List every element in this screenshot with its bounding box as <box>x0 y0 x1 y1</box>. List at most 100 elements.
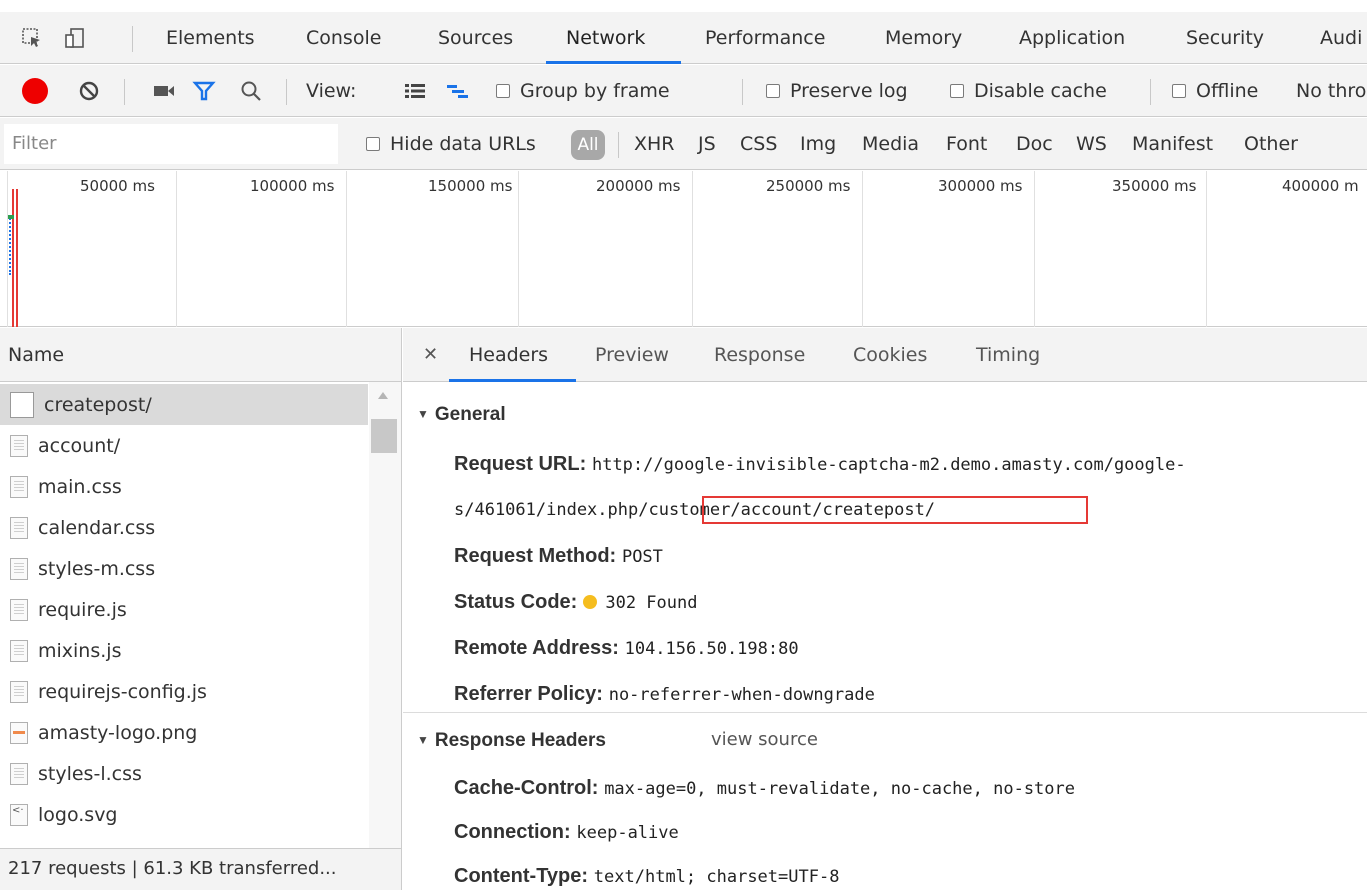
record-button[interactable] <box>22 65 48 117</box>
tab-memory[interactable]: Memory <box>885 12 962 64</box>
tab-audits[interactable]: Audi <box>1320 12 1362 64</box>
request-url-line: Request URL: http://google-invisible-cap… <box>454 444 1186 484</box>
request-row[interactable]: styles-m.css <box>0 548 368 589</box>
request-name: styles-l.css <box>38 762 142 785</box>
filter-toggle-button[interactable] <box>192 65 216 117</box>
type-filter-manifest[interactable]: Manifest <box>1132 118 1213 170</box>
request-row[interactable]: mixins.js <box>0 630 368 671</box>
request-row[interactable]: createpost/ <box>0 384 368 425</box>
tab-network[interactable]: Network <box>566 12 645 64</box>
video-camera-icon <box>154 86 174 96</box>
view-label: View: <box>306 80 357 102</box>
header-key: Request URL: <box>454 453 587 475</box>
hide-data-urls-checkbox[interactable]: Hide data URLs <box>366 118 536 170</box>
type-filter-media[interactable]: Media <box>862 118 919 170</box>
section-divider <box>403 712 1367 713</box>
tab-console[interactable]: Console <box>306 12 381 64</box>
request-details-panel: ✕ Headers Preview Response Cookies Timin… <box>403 328 1367 890</box>
tab-preview[interactable]: Preview <box>595 328 669 382</box>
close-icon[interactable]: ✕ <box>423 328 438 382</box>
tab-elements[interactable]: Elements <box>166 12 255 64</box>
name-column-header[interactable]: Name <box>0 328 401 382</box>
gridline <box>346 171 347 327</box>
header-value: 302 Found <box>605 593 698 613</box>
checkbox-box[interactable] <box>366 137 380 151</box>
svg-file-icon <box>10 803 28 826</box>
request-row[interactable]: styles-l.css <box>0 753 368 794</box>
tab-cookies[interactable]: Cookies <box>853 328 927 382</box>
type-filter-all[interactable]: All <box>571 130 605 160</box>
tick-label: 150000 ms <box>428 177 513 195</box>
preserve-log-checkbox[interactable]: Preserve log <box>766 65 908 117</box>
checkbox-box[interactable] <box>1172 84 1186 98</box>
general-section-header[interactable]: ▼ General <box>417 394 506 434</box>
offline-checkbox[interactable]: Offline <box>1172 65 1258 117</box>
group-by-frame-checkbox[interactable]: Group by frame <box>496 65 670 117</box>
type-filter-ws[interactable]: WS <box>1076 118 1107 170</box>
tab-response[interactable]: Response <box>714 328 805 382</box>
status-dot-icon <box>583 595 598 609</box>
request-row[interactable]: account/ <box>0 425 368 466</box>
general-title: General <box>434 404 506 425</box>
dom-content-loaded-marker <box>8 215 14 219</box>
scrollbar-thumb[interactable] <box>371 419 397 453</box>
filter-input[interactable]: Filter <box>4 124 338 164</box>
overview-button[interactable] <box>446 65 470 117</box>
record-icon <box>22 78 48 104</box>
toolbar-separator <box>124 79 125 105</box>
tab-sources[interactable]: Sources <box>438 12 513 64</box>
tab-application[interactable]: Application <box>1019 12 1125 64</box>
type-filter-doc[interactable]: Doc <box>1016 118 1053 170</box>
type-filter-css[interactable]: CSS <box>740 118 777 170</box>
gridline <box>692 171 693 327</box>
view-source-link[interactable]: view source <box>711 720 818 760</box>
type-filter-xhr[interactable]: XHR <box>634 118 675 170</box>
header-key: Status Code: <box>454 591 578 613</box>
tab-headers[interactable]: Headers <box>469 328 548 382</box>
type-filter-font[interactable]: Font <box>946 118 987 170</box>
device-toolbar-icon[interactable] <box>62 12 90 64</box>
inspect-element-icon[interactable] <box>18 12 46 64</box>
request-row[interactable]: main.css <box>0 466 368 507</box>
checkbox-box[interactable] <box>766 84 780 98</box>
header-value: 104.156.50.198:80 <box>624 639 799 659</box>
cache-control-line: Cache-Control: max-age=0, must-revalidat… <box>454 768 1075 808</box>
connection-line: Connection: keep-alive <box>454 812 679 852</box>
network-overview[interactable]: 50000 ms 100000 ms 150000 ms 200000 ms 2… <box>0 171 1367 327</box>
type-filter-other[interactable]: Other <box>1244 118 1298 170</box>
disable-cache-checkbox[interactable]: Disable cache <box>950 65 1107 117</box>
checkbox-box[interactable] <box>496 84 510 98</box>
request-list-scrollbar[interactable] <box>369 382 401 866</box>
type-filter-img[interactable]: Img <box>800 118 836 170</box>
request-row[interactable]: requirejs-config.js <box>0 671 368 712</box>
gridline <box>176 171 177 327</box>
text-file-icon <box>10 680 28 703</box>
clear-button[interactable] <box>78 65 100 117</box>
details-tab-bar: ✕ Headers Preview Response Cookies Timin… <box>403 328 1367 382</box>
request-row[interactable]: require.js <box>0 589 368 630</box>
scroll-up-icon[interactable] <box>378 392 388 399</box>
load-event-marker <box>16 189 18 327</box>
toolbar-separator <box>742 79 743 105</box>
tab-performance[interactable]: Performance <box>705 12 825 64</box>
request-row[interactable]: calendar.css <box>0 507 368 548</box>
large-rows-button[interactable] <box>404 65 426 117</box>
screenshot-button[interactable] <box>152 65 176 117</box>
search-button[interactable] <box>240 65 262 117</box>
network-toolbar: View: Group by frame Preserve log Disabl… <box>0 65 1367 117</box>
response-headers-section-header[interactable]: ▼ Response Headers view source <box>417 720 1017 760</box>
toolbar-separator <box>286 79 287 105</box>
request-row[interactable]: logo.svg <box>0 794 368 835</box>
request-name: calendar.css <box>38 516 156 539</box>
checkbox-box[interactable] <box>950 84 964 98</box>
header-key: Cache-Control: <box>454 777 599 799</box>
tab-security[interactable]: Security <box>1186 12 1264 64</box>
throttling-select[interactable]: No thro <box>1296 65 1366 117</box>
type-filter-js[interactable]: JS <box>698 118 716 170</box>
text-file-icon <box>10 557 28 580</box>
request-row[interactable]: amasty-logo.png <box>0 712 368 753</box>
header-value: keep-alive <box>576 823 679 843</box>
tab-timing[interactable]: Timing <box>976 328 1040 382</box>
clear-icon <box>79 81 99 101</box>
request-name: amasty-logo.png <box>38 721 198 744</box>
